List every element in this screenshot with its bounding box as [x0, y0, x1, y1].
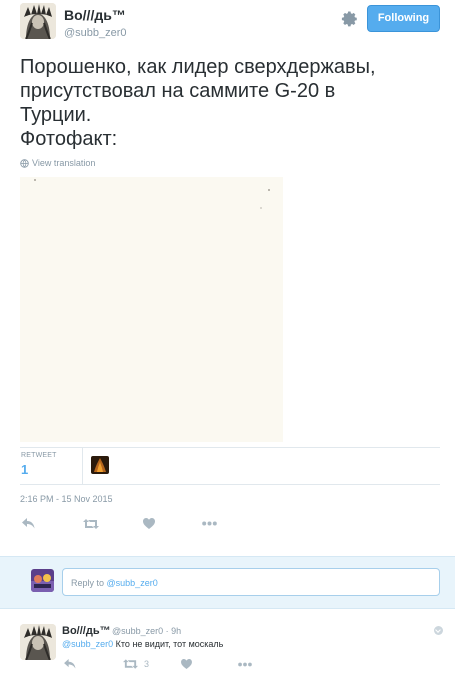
reply-author-name[interactable]: Во///дь™	[62, 625, 111, 637]
heart-icon[interactable]	[181, 659, 192, 669]
more-icon[interactable]	[202, 521, 217, 526]
current-user-avatar[interactable]	[31, 569, 54, 592]
reply-body: Кто не видит, тот москаль	[113, 639, 224, 649]
divider	[20, 447, 440, 448]
retweeter-avatar[interactable]	[91, 456, 109, 474]
retweet-stat-count[interactable]: 1	[21, 462, 28, 477]
tweet-line: Фотофакт:	[20, 128, 118, 150]
tweet-photo[interactable]	[20, 177, 283, 442]
more-icon[interactable]	[238, 662, 252, 667]
reply-input[interactable]: Reply to @subb_zer0	[62, 568, 440, 596]
divider	[20, 484, 440, 485]
gear-icon[interactable]	[341, 10, 359, 28]
tweet-line: Турции.	[20, 104, 92, 126]
tweet-line: присутствовал на саммите G-20 в	[20, 80, 336, 102]
retweet-icon[interactable]: 3	[123, 659, 149, 669]
tweet-line: Порошенко, как лидер сверхдержавы,	[20, 56, 376, 78]
retweet-icon[interactable]	[83, 519, 99, 529]
author-handle[interactable]: @subb_zer0	[64, 27, 127, 39]
reply-icon[interactable]	[22, 518, 35, 529]
following-button[interactable]: Following	[367, 5, 440, 32]
retweet-stat-label: RETWEET	[21, 452, 57, 459]
chevron-down-icon[interactable]	[434, 626, 443, 635]
globe-icon	[20, 158, 29, 168]
reply-author-avatar[interactable]	[20, 624, 56, 660]
reply-mention[interactable]: @subb_zer0	[62, 639, 113, 649]
author-name[interactable]: Во///дь™	[64, 7, 126, 23]
reply-placeholder-prefix: Reply to	[71, 578, 107, 588]
view-translation-link[interactable]: View translation	[20, 158, 95, 168]
heart-icon[interactable]	[143, 518, 155, 529]
tweet-timestamp[interactable]: 2:16 PM - 15 Nov 2015	[20, 494, 113, 504]
reply-icon[interactable]	[64, 659, 76, 669]
reply-text: @subb_zer0 Кто не видит, тот москаль	[62, 639, 223, 649]
reply-placeholder-mention: @subb_zer0	[106, 578, 158, 588]
retweet-count: 3	[144, 659, 150, 669]
view-translation-label: View translation	[32, 158, 96, 168]
author-avatar[interactable]	[20, 3, 56, 39]
reply-author-meta[interactable]: @subb_zer0 · 9h	[112, 626, 181, 636]
tweet-text: Порошенко, как лидер сверхдержавы, прису…	[20, 55, 440, 151]
divider	[82, 448, 83, 484]
